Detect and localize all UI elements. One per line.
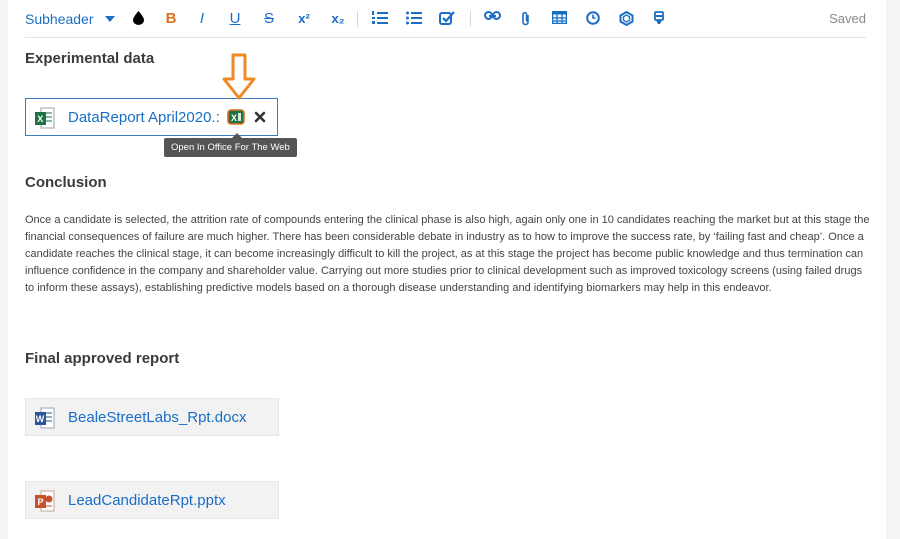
attachment-filename[interactable]: BealeStreetLabs_Rpt.docx xyxy=(68,409,246,426)
ordered-list-icon[interactable] xyxy=(371,9,389,29)
word-file-icon: W xyxy=(34,407,56,434)
toolbar-divider xyxy=(470,11,471,27)
svg-text:X: X xyxy=(231,113,237,123)
powerpoint-file-icon: P xyxy=(34,490,56,517)
text-color-icon[interactable] xyxy=(129,9,147,29)
link-icon[interactable] xyxy=(483,9,501,29)
conclusion-paragraph[interactable]: Once a candidate is selected, the attrit… xyxy=(25,212,873,297)
svg-text:W: W xyxy=(36,414,45,424)
attachment-filename[interactable]: LeadCandidateRpt.pptx xyxy=(68,492,226,509)
strikethrough-button[interactable]: S xyxy=(260,9,278,29)
attachment-chip-docx[interactable]: W BealeStreetLabs_Rpt.docx xyxy=(25,398,279,436)
superscript-button[interactable]: x² xyxy=(293,9,315,29)
toolbar-divider xyxy=(357,11,358,27)
chemical-structure-icon[interactable] xyxy=(617,9,635,29)
clock-icon[interactable] xyxy=(584,9,602,29)
tooltip-open-in-office: Open In Office For The Web xyxy=(164,133,297,157)
attachment-icon[interactable] xyxy=(517,9,535,29)
arrow-down-icon xyxy=(222,53,256,100)
editor-page: Subheader B I U S x² x₂ Saved Experiment… xyxy=(8,0,886,539)
excel-file-icon: X xyxy=(34,107,56,134)
svg-text:X: X xyxy=(37,114,43,124)
conclusion-heading: Conclusion xyxy=(25,174,107,191)
paragraph-style-select[interactable]: Subheader xyxy=(25,10,94,28)
bullet-list-icon[interactable] xyxy=(405,9,423,29)
remove-attachment-button[interactable] xyxy=(254,110,266,124)
attachment-filename[interactable]: DataReport April2020.: xyxy=(68,109,220,126)
save-status: Saved xyxy=(829,11,866,26)
subscript-button[interactable]: x₂ xyxy=(327,9,349,29)
table-icon[interactable] xyxy=(550,9,568,29)
close-icon xyxy=(254,111,266,123)
attachment-chip-pptx[interactable]: P LeadCandidateRpt.pptx xyxy=(25,481,279,519)
svg-text:P: P xyxy=(38,497,44,507)
bold-button[interactable]: B xyxy=(162,9,180,29)
experimental-data-heading: Experimental data xyxy=(25,50,155,67)
formatting-toolbar: Subheader B I U S x² x₂ Saved xyxy=(25,0,866,38)
chevron-down-icon[interactable] xyxy=(105,16,115,22)
underline-button[interactable]: U xyxy=(226,9,244,29)
marker-icon[interactable] xyxy=(650,9,668,29)
attachment-chip-datareport[interactable]: X DataReport April2020.: X xyxy=(25,98,278,136)
checklist-icon[interactable] xyxy=(438,9,456,29)
open-in-office-web-button[interactable]: X xyxy=(227,109,245,125)
italic-button[interactable]: I xyxy=(193,9,211,29)
final-report-heading: Final approved report xyxy=(25,350,180,367)
excel-online-icon: X xyxy=(227,109,245,125)
